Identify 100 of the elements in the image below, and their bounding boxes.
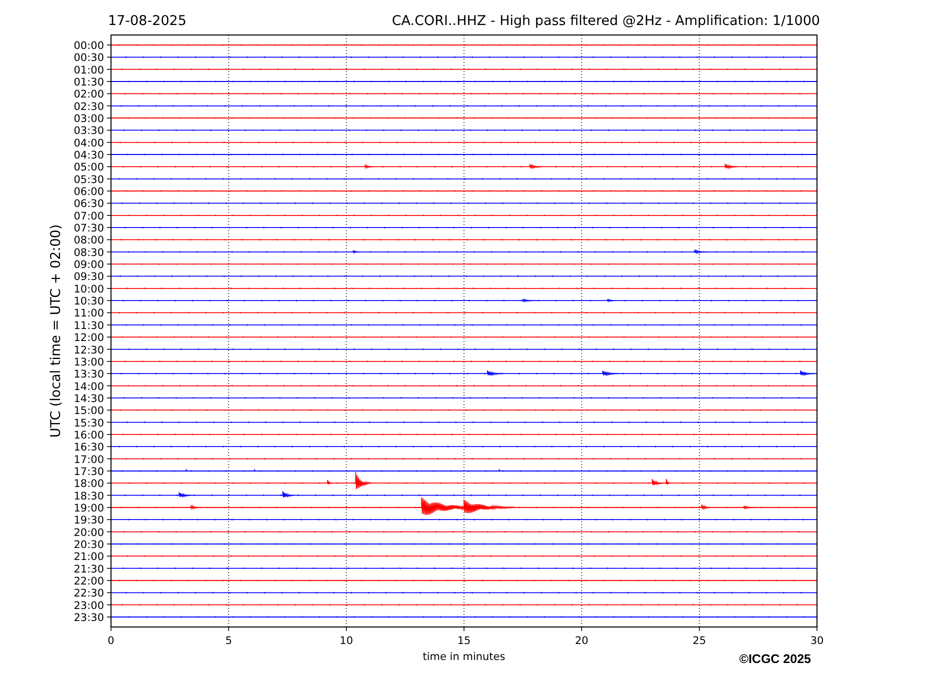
- tick-mark: [106, 178, 112, 180]
- axis-tick-label: 01:30: [74, 76, 104, 88]
- tick-mark: [816, 626, 818, 632]
- axis-tick-label: 25: [692, 635, 706, 647]
- axis-tick-label: 09:30: [74, 271, 104, 284]
- tick-mark: [106, 604, 112, 606]
- axis-tick-label: 19:30: [74, 514, 104, 527]
- axis-tick-label: 03:30: [74, 125, 104, 138]
- tick-mark: [106, 202, 112, 204]
- tick-mark: [106, 336, 112, 338]
- tick-mark: [106, 446, 112, 448]
- tick-mark: [106, 312, 112, 314]
- axis-tick-label: 11:00: [74, 308, 104, 320]
- tick-mark: [106, 361, 112, 362]
- axis-tick-label: 16:00: [74, 429, 104, 442]
- tick-mark: [106, 324, 112, 326]
- axis-tick-label: 10: [340, 635, 354, 647]
- axis-tick-label: 20: [574, 635, 588, 647]
- axis-tick-label: 13:00: [74, 356, 104, 368]
- axis-tick-label: 15:30: [74, 417, 104, 430]
- axis-tick-label: 21:30: [74, 563, 104, 576]
- tick-mark: [106, 93, 112, 94]
- tick-mark: [106, 592, 112, 594]
- axis-tick-label: 20:30: [74, 538, 104, 551]
- axis-tick-label: 11:30: [74, 320, 104, 332]
- tick-mark: [106, 616, 112, 618]
- axis-tick-label: 02:30: [74, 100, 104, 113]
- tick-mark: [346, 626, 347, 632]
- axis-tick-label: 05:30: [74, 174, 104, 186]
- tick-mark: [106, 81, 112, 82]
- axis-tick-label: 09:00: [74, 259, 104, 272]
- axis-tick-label: 07:00: [74, 210, 104, 222]
- axis-tick-label: 20:00: [74, 526, 104, 539]
- tick-mark: [106, 154, 112, 155]
- axis-tick-label: 00:30: [74, 52, 104, 64]
- tick-mark: [106, 142, 112, 143]
- tick-mark: [581, 626, 582, 632]
- tick-mark: [106, 470, 112, 472]
- tick-mark: [106, 276, 112, 277]
- axis-tick-label: 21:00: [74, 551, 104, 564]
- axis-tick-label: 0: [108, 635, 114, 647]
- axis-tick-label: 15:00: [74, 405, 104, 418]
- tick-mark: [106, 531, 112, 532]
- tick-mark: [106, 556, 112, 557]
- axis-tick-label: 04:00: [74, 137, 104, 150]
- axis-tick-label: 15: [457, 635, 471, 647]
- tick-mark: [106, 105, 112, 106]
- tick-mark: [106, 288, 112, 289]
- tick-mark: [106, 44, 112, 46]
- tick-mark: [106, 166, 112, 168]
- tick-mark: [106, 56, 112, 58]
- axis-tick-label: 06:30: [74, 198, 104, 210]
- copyright-text: ©ICGC 2025: [739, 652, 811, 666]
- axis-tick-label: 18:00: [74, 478, 104, 490]
- axis-tick-label: 13:30: [74, 368, 104, 381]
- tick-mark: [228, 626, 230, 632]
- tick-mark: [106, 130, 112, 131]
- axis-tick-label: 10:00: [74, 283, 104, 296]
- tick-mark: [106, 458, 112, 460]
- date-label: 17-08-2025: [108, 13, 186, 29]
- axis-tick-label: 22:00: [74, 576, 104, 588]
- axis-tick-label: 08:00: [74, 234, 104, 247]
- axis-tick-label: 07:30: [74, 222, 104, 235]
- axis-tick-label: 05:00: [74, 162, 104, 174]
- axis-tick-label: 14:00: [74, 380, 104, 393]
- tick-mark: [106, 373, 112, 374]
- axis-tick-label: 12:00: [74, 332, 104, 344]
- tick-mark: [106, 580, 112, 581]
- axis-tick-label: 00:00: [74, 40, 104, 52]
- tick-mark: [106, 300, 112, 301]
- axis-tick-label: 18:30: [74, 490, 104, 502]
- plot-title: CA.CORI..HHZ - High pass filtered @2Hz - Amplification: 1/1000: [392, 13, 820, 29]
- axis-tick-label: 02:00: [74, 88, 104, 101]
- axis-tick-label: 16:30: [74, 442, 104, 454]
- axis-tick-label: 08:30: [74, 246, 104, 259]
- tick-mark: [106, 507, 112, 508]
- axis-tick-label: 23:00: [74, 600, 104, 612]
- axis-tick-label: 04:30: [74, 150, 104, 162]
- tick-mark: [106, 239, 112, 240]
- axis-tick-label: 23:30: [74, 612, 104, 624]
- axis-tick-label: 10:30: [74, 296, 104, 308]
- y-axis-label: UTC (local time = UTC + 02:00): [48, 224, 64, 438]
- tick-mark: [106, 385, 112, 386]
- tick-mark: [106, 68, 112, 70]
- axis-tick-label: 03:00: [74, 113, 104, 126]
- tick-mark: [106, 422, 112, 423]
- x-axis-label: time in minutes: [422, 651, 506, 663]
- tick-mark: [106, 190, 112, 192]
- axis-tick-label: 5: [225, 635, 232, 647]
- tick-mark: [106, 348, 112, 350]
- axis-tick-label: 12:30: [74, 344, 104, 356]
- axis-tick-label: 30: [810, 635, 824, 647]
- axis-tick-label: 14:30: [74, 392, 104, 405]
- tick-mark: [106, 214, 112, 216]
- tick-mark: [106, 494, 112, 496]
- tick-mark: [106, 568, 112, 569]
- axis-tick-label: 06:00: [74, 186, 104, 198]
- tick-mark: [106, 434, 112, 435]
- axis-tick-label: 17:30: [74, 466, 104, 478]
- axis-tick-label: 19:00: [74, 502, 104, 514]
